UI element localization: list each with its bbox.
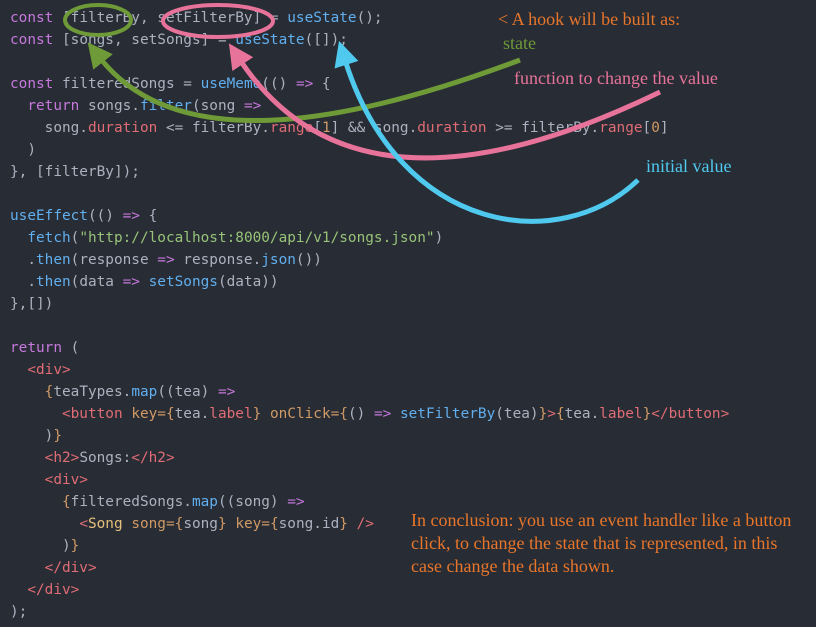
hook-title-note: < A hook will be built as: <box>498 9 681 29</box>
setfilterby-highlight-circle <box>161 3 275 39</box>
conclusion-note: In conclusion: you use an event handler … <box>411 510 792 576</box>
filterby-highlight-circle <box>63 3 133 37</box>
state-arrow <box>87 42 521 124</box>
function-label-note: function to change the value <box>514 68 718 88</box>
state-note: state <box>503 33 536 53</box>
initial-value-note: initial value <box>646 156 732 176</box>
